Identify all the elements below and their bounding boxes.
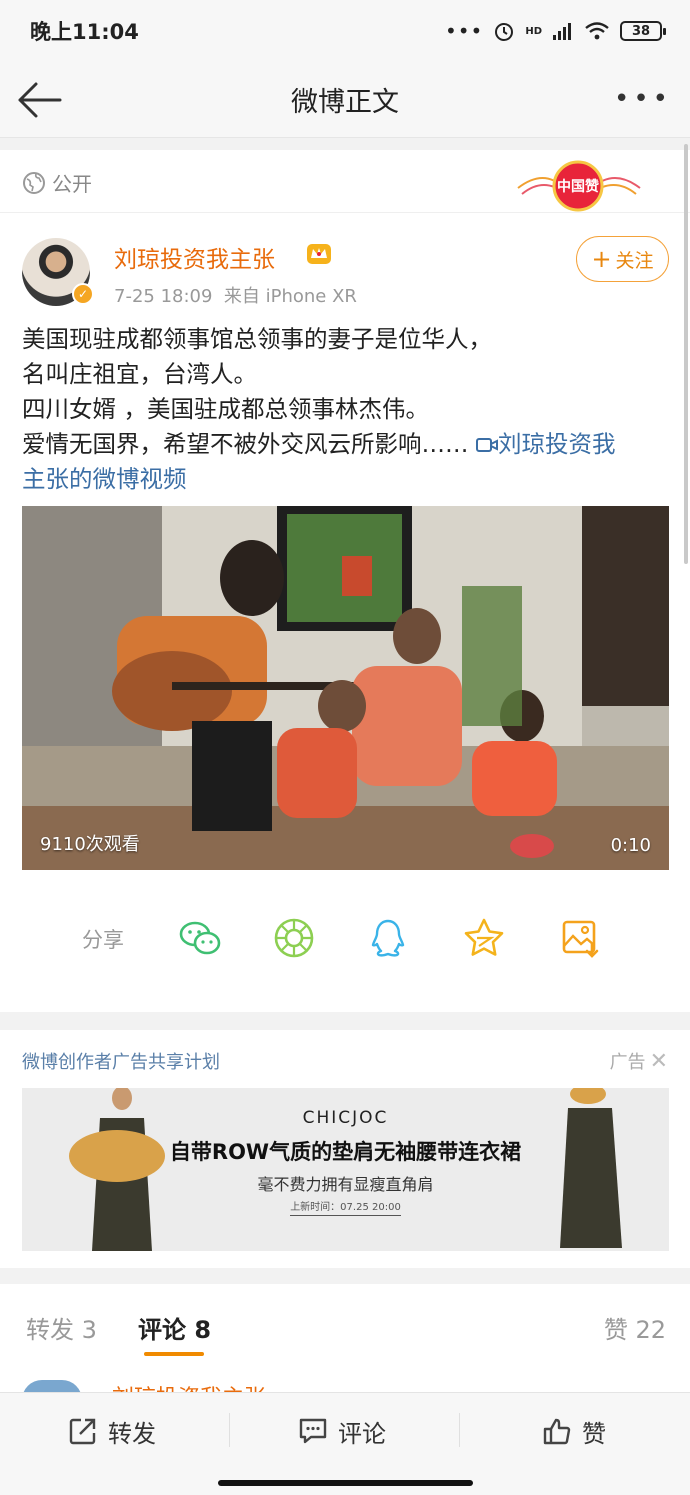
comment-icon — [299, 1418, 327, 1444]
ad-label: 广告 — [609, 1052, 646, 1073]
repost-label: 转发 — [108, 1419, 156, 1448]
favorite-star-icon[interactable] — [462, 916, 506, 960]
alarm-icon — [495, 23, 514, 41]
close-icon[interactable]: ✕ — [650, 1049, 668, 1074]
wifi-icon — [585, 22, 609, 40]
status-icons: ••• HD 38 — [444, 19, 666, 43]
video-view-count: 9110次观看 — [40, 834, 140, 855]
ad-brand: CHICJOC — [302, 1108, 389, 1128]
video-player[interactable]: 9110次观看 0:10 — [22, 506, 669, 870]
video-link-text-2[interactable]: 主张的微博视频 — [22, 462, 670, 497]
divider — [0, 212, 690, 213]
post-text-line-4: 爱情无国界，希望不被外交风云所影响…… — [22, 430, 469, 458]
share-row: 分享 — [0, 910, 690, 966]
vip-crown-icon — [307, 244, 331, 264]
post-text: 美国现驻成都领事馆总领事的妻子是位华人， 名叫庄祖宜，台湾人。 四川女婿 ，美国… — [22, 322, 670, 497]
visibility-label: 公开 — [52, 172, 92, 196]
divider — [229, 1413, 230, 1447]
video-link-text-1[interactable]: 刘琼投资我 — [498, 430, 616, 458]
moments-icon[interactable] — [272, 916, 316, 960]
plus-icon: + — [591, 245, 612, 273]
nav-bar: 微博正文 ••• — [0, 62, 690, 138]
save-image-icon[interactable] — [558, 916, 602, 960]
video-link[interactable]: 刘琼投资我 — [469, 430, 616, 458]
video-camera-icon — [475, 438, 498, 452]
post-text-line: 名叫庄祖宜，台湾人。 — [22, 360, 257, 388]
like-label: 赞 — [582, 1419, 606, 1448]
ad-program-title[interactable]: 微博创作者广告共享计划 — [22, 1048, 220, 1074]
ad-date-text: 上新时间：07.25 20:00 — [290, 1202, 401, 1216]
follow-label: 关注 — [615, 249, 654, 272]
tab-comments[interactable]: 评论 8 — [138, 1310, 211, 1345]
video-thumbnail — [22, 506, 669, 870]
status-time: 晚上11:04 — [30, 20, 139, 44]
interaction-tabs: 转发 3 评论 8 赞 22 刘琼投资我主张 — [0, 1284, 690, 1400]
network-label: HD — [525, 25, 542, 37]
like-button[interactable]: 赞 — [542, 1411, 606, 1451]
repost-button[interactable]: 转发 — [68, 1411, 156, 1451]
ad-banner[interactable]: CHICJOC 自带ROW气质的垫肩无袖腰带连衣裙 毫不费力拥有显瘦直角肩 上新… — [22, 1088, 669, 1251]
tab-likes[interactable]: 赞 22 — [604, 1310, 666, 1345]
wechat-icon[interactable] — [178, 916, 222, 960]
battery-icon: 38 — [620, 21, 666, 41]
globe-icon — [23, 171, 45, 194]
china-praise-badge: 中国赞 — [517, 160, 641, 212]
visibility-row: 公开 — [22, 168, 92, 197]
more-options-icon[interactable]: ••• — [614, 84, 672, 114]
post-meta: 7-25 18:09 来自 iPhone XR — [114, 286, 357, 307]
ad-tag: 广告 ✕ — [610, 1048, 668, 1074]
tab-repost[interactable]: 转发 3 — [26, 1310, 97, 1345]
page-title: 微博正文 — [291, 87, 399, 118]
signal-icon — [553, 23, 571, 40]
badge-text: 中国赞 — [557, 178, 599, 195]
author-name[interactable]: 刘琼投资我主张 — [114, 240, 275, 274]
repost-icon — [69, 1418, 96, 1445]
post-text-line: 四川女婿 ，美国驻成都总领事林杰伟。 — [22, 395, 429, 423]
more-dots-icon: ••• — [444, 19, 484, 43]
video-duration: 0:10 — [610, 835, 651, 856]
active-tab-indicator — [144, 1352, 204, 1356]
comment-label: 评论 — [338, 1419, 386, 1448]
ad-subheadline: 毫不费力拥有显瘦直角肩 — [257, 1175, 434, 1194]
back-arrow-icon[interactable] — [16, 80, 62, 120]
comment-button[interactable]: 评论 — [298, 1411, 386, 1451]
qq-icon[interactable] — [366, 916, 410, 960]
verified-badge-icon: ✓ — [72, 283, 94, 305]
divider — [459, 1413, 460, 1447]
scrollbar[interactable] — [684, 144, 688, 564]
follow-button[interactable]: + 关注 — [576, 236, 669, 282]
post-card: 公开 中国赞 ✓ 刘琼投资我主张 7-25 18:09 来自 iPhone XR… — [0, 150, 690, 1012]
share-label: 分享 — [82, 928, 124, 952]
thumbs-up-icon — [543, 1418, 571, 1445]
post-text-line: 爱情无国界，希望不被外交风云所影响…… 刘琼投资我 — [22, 427, 670, 462]
ad-headline: 自带ROW气质的垫肩无袖腰带连衣裙 — [169, 1140, 522, 1164]
status-bar: 晚上11:04 ••• HD 38 — [0, 0, 690, 62]
ad-launch-date: 上新时间：07.25 20:00 — [22, 1198, 669, 1216]
home-indicator[interactable] — [218, 1480, 473, 1486]
post-text-line: 美国现驻成都领事馆总领事的妻子是位华人， — [22, 325, 492, 353]
ad-card[interactable]: 微博创作者广告共享计划 广告 ✕ CHICJOC 自带ROW气质的垫肩无袖腰带连… — [0, 1030, 690, 1268]
